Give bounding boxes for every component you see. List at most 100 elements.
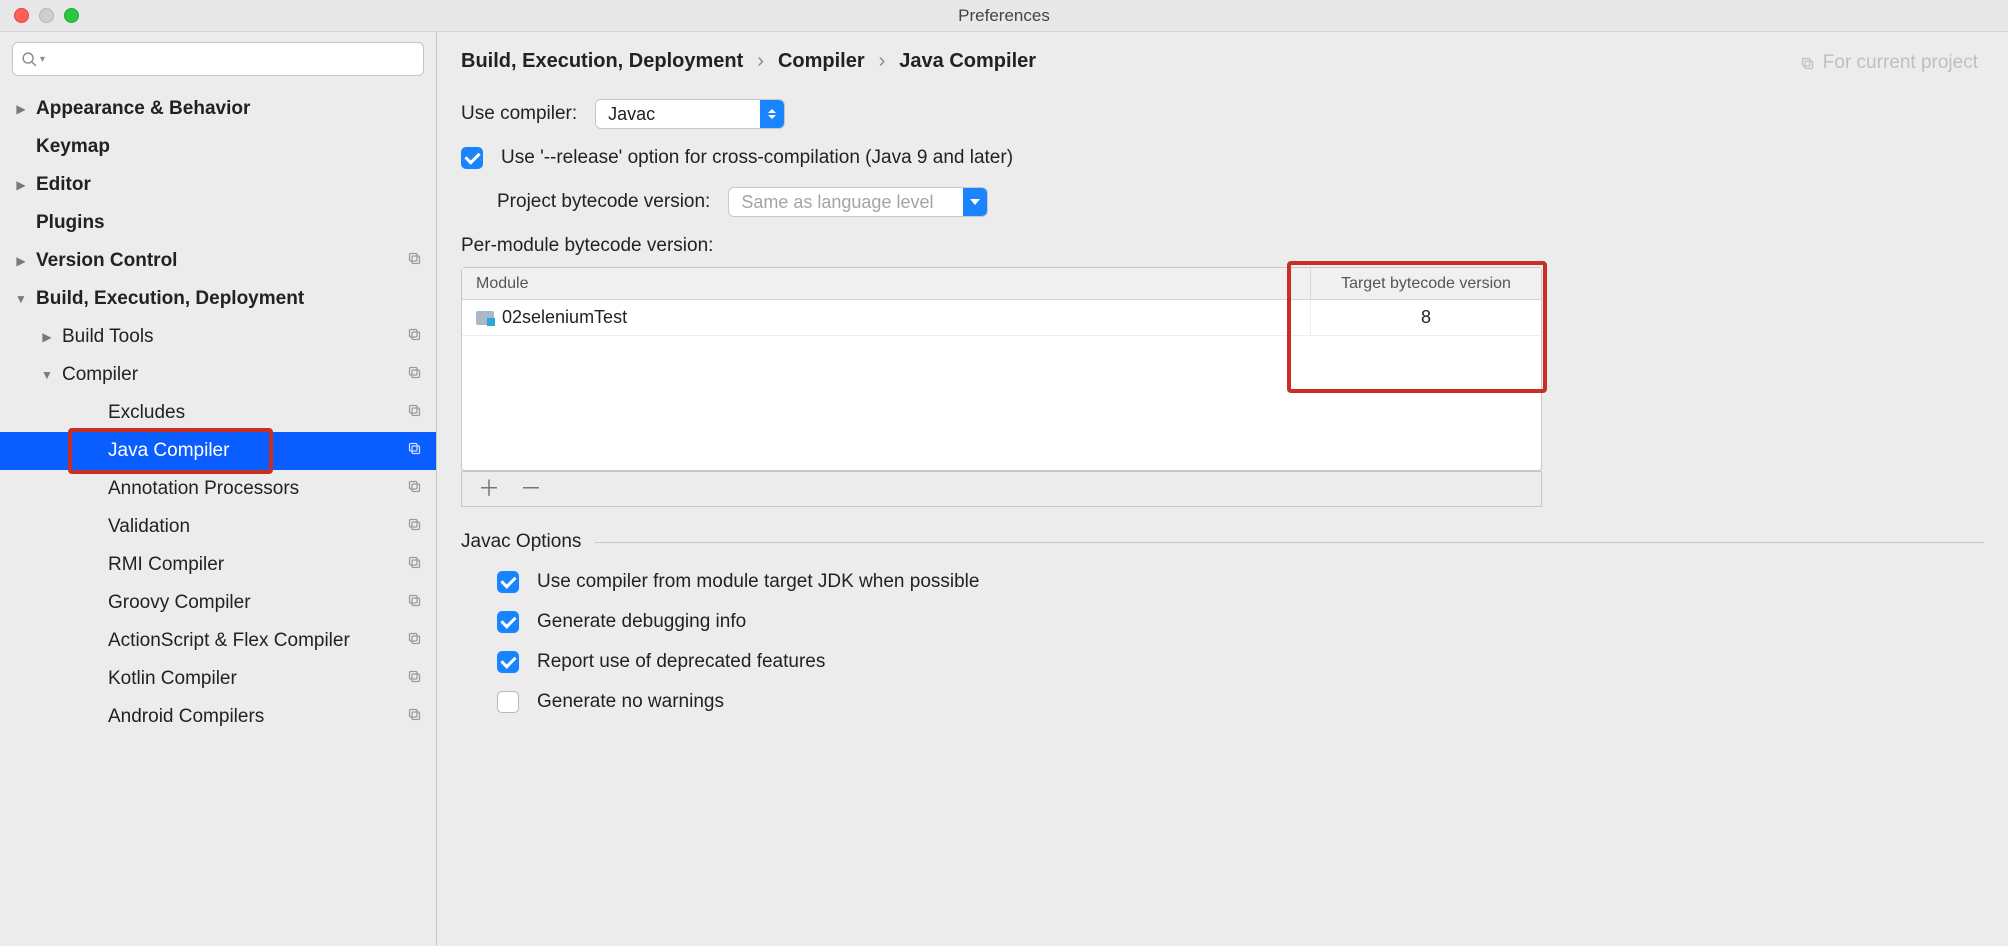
remove-row-button[interactable]: － (520, 478, 542, 500)
sidebar-item-label: Editor (36, 174, 91, 196)
sidebar-item-label: Plugins (36, 212, 105, 234)
sidebar-item-label: ActionScript & Flex Compiler (108, 630, 350, 652)
project-scope-icon (407, 365, 422, 385)
sidebar-item-actionscript-flex-compiler[interactable]: ActionScript & Flex Compiler (0, 622, 436, 660)
titlebar: Preferences (0, 0, 2008, 32)
sidebar-item-label: Version Control (36, 250, 177, 272)
module-icon (476, 311, 494, 325)
content-pane: Build, Execution, Deployment › Compiler … (437, 32, 2008, 946)
scope-label: For current project (1823, 52, 1978, 74)
table-toolbar: ＋ － (461, 471, 1542, 507)
project-scope-icon (407, 631, 422, 651)
sidebar-item-android-compilers[interactable]: Android Compilers (0, 698, 436, 736)
use-compiler-value: Javac (596, 104, 760, 125)
per-module-table: Module Target bytecode version 02seleniu… (461, 267, 1542, 471)
sidebar-item-compiler[interactable]: ▼ Compiler (0, 356, 436, 394)
sidebar-item-annotation-processors[interactable]: Annotation Processors (0, 470, 436, 508)
chevron-right-icon[interactable]: ▶ (14, 102, 28, 116)
sidebar-item-rmi-compiler[interactable]: RMI Compiler (0, 546, 436, 584)
sidebar-item-label: Keymap (36, 136, 110, 158)
sidebar-item-label: Java Compiler (108, 440, 229, 462)
crumb-java-compiler: Java Compiler (899, 50, 1036, 73)
project-scope-icon (407, 441, 422, 461)
crumb-compiler[interactable]: Compiler (778, 50, 865, 73)
project-scope-icon (407, 327, 422, 347)
close-window-button[interactable] (14, 8, 29, 23)
javac-options-header: Javac Options (461, 531, 581, 553)
table-row[interactable]: 02seleniumTest8 (462, 300, 1541, 336)
sidebar-item-editor[interactable]: ▶ Editor (0, 166, 436, 204)
sidebar-item-label: Build, Execution, Deployment (36, 288, 304, 310)
select-handle-icon (963, 188, 987, 216)
settings-tree: ▶ Appearance & Behavior Keymap ▶ Editor Plugi… (0, 86, 436, 946)
sidebar-item-version-control[interactable]: ▶ Version Control (0, 242, 436, 280)
window-title: Preferences (958, 6, 1050, 26)
minimize-window-button[interactable] (39, 8, 54, 23)
sidebar-item-label: Excludes (108, 402, 185, 424)
zoom-window-button[interactable] (64, 8, 79, 23)
cell-module: 02seleniumTest (462, 300, 1311, 335)
sidebar-item-label: Android Compilers (108, 706, 264, 728)
sidebar-item-excludes[interactable]: Excludes (0, 394, 436, 432)
use-release-label: Use '--release' option for cross-compila… (501, 147, 1013, 169)
per-module-label: Per-module bytecode version: (461, 235, 1984, 257)
project-scope-icon (407, 251, 422, 271)
javac-debug-info-checkbox[interactable] (497, 611, 519, 633)
crumb-build[interactable]: Build, Execution, Deployment (461, 50, 743, 73)
javac-use-module-jdk-checkbox[interactable] (497, 571, 519, 593)
sidebar-item-keymap[interactable]: Keymap (0, 128, 436, 166)
javac-deprecated-checkbox[interactable] (497, 651, 519, 673)
chevron-right-icon[interactable]: ▶ (40, 330, 54, 344)
search-options-chevron-icon[interactable]: ▾ (40, 54, 45, 65)
project-scope-icon (407, 669, 422, 689)
sidebar-item-label: RMI Compiler (108, 554, 224, 576)
sidebar-item-groovy-compiler[interactable]: Groovy Compiler (0, 584, 436, 622)
chevron-down-icon[interactable]: ▼ (40, 368, 54, 382)
project-scope-icon (407, 517, 422, 537)
scope-indicator: For current project (1800, 52, 1978, 74)
project-scope-icon (407, 479, 422, 499)
sidebar-item-build-execution-deployment[interactable]: ▼ Build, Execution, Deployment (0, 280, 436, 318)
project-scope-icon (407, 707, 422, 727)
sidebar-item-java-compiler[interactable]: Java Compiler (0, 432, 436, 470)
sidebar-item-label: Kotlin Compiler (108, 668, 237, 690)
chevron-down-icon[interactable]: ▼ (14, 292, 28, 306)
javac-use-module-jdk-label: Use compiler from module target JDK when… (537, 571, 979, 593)
javac-deprecated-label: Report use of deprecated features (537, 651, 825, 673)
chevron-right-icon: › (757, 50, 764, 73)
table-header: Module Target bytecode version (462, 268, 1541, 300)
project-bytecode-value: Same as language level (729, 192, 963, 213)
chevron-right-icon[interactable]: ▶ (14, 178, 28, 192)
project-scope-icon (407, 555, 422, 575)
javac-no-warnings-label: Generate no warnings (537, 691, 724, 713)
breadcrumb: Build, Execution, Deployment › Compiler … (461, 50, 1984, 73)
javac-debug-info-label: Generate debugging info (537, 611, 746, 633)
sidebar-item-kotlin-compiler[interactable]: Kotlin Compiler (0, 660, 436, 698)
sidebar-item-appearance-behavior[interactable]: ▶ Appearance & Behavior (0, 90, 436, 128)
project-bytecode-label: Project bytecode version: (497, 191, 710, 213)
col-header-target[interactable]: Target bytecode version (1311, 268, 1541, 299)
divider (595, 542, 1984, 543)
sidebar-item-label: Groovy Compiler (108, 592, 251, 614)
select-handle-icon (760, 100, 784, 128)
sidebar-item-build-tools[interactable]: ▶ Build Tools (0, 318, 436, 356)
project-bytecode-select[interactable]: Same as language level (728, 187, 988, 217)
sidebar-item-validation[interactable]: Validation (0, 508, 436, 546)
use-compiler-select[interactable]: Javac (595, 99, 785, 129)
window-controls (0, 8, 79, 23)
chevron-right-icon: › (879, 50, 886, 73)
sidebar-item-label: Build Tools (62, 326, 154, 348)
javac-no-warnings-checkbox[interactable] (497, 691, 519, 713)
sidebar: ▾ ▶ Appearance & Behavior Keymap ▶ Editor Plu… (0, 32, 437, 946)
sidebar-item-plugins[interactable]: Plugins (0, 204, 436, 242)
cell-target-bytecode[interactable]: 8 (1311, 300, 1541, 335)
col-header-module[interactable]: Module (462, 268, 1311, 299)
sidebar-item-label: Appearance & Behavior (36, 98, 250, 120)
sidebar-item-label: Annotation Processors (108, 478, 299, 500)
use-release-checkbox[interactable] (461, 147, 483, 169)
project-scope-icon (407, 593, 422, 613)
add-row-button[interactable]: ＋ (478, 478, 500, 500)
search-input[interactable]: ▾ (12, 42, 424, 76)
sidebar-item-label: Compiler (62, 364, 138, 386)
chevron-right-icon[interactable]: ▶ (14, 254, 28, 268)
